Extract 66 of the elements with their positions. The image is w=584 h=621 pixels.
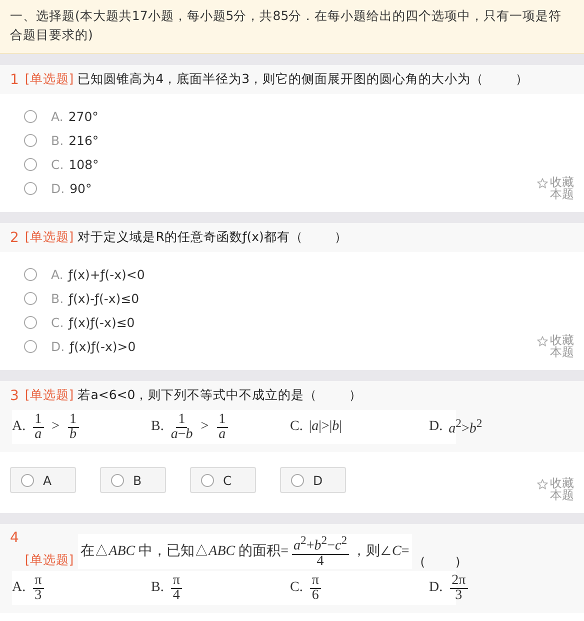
- option-letter: C.: [290, 419, 303, 435]
- question-type: [单选题]: [24, 71, 74, 88]
- option-text: ƒ(x)+ƒ(-x)<0: [68, 266, 145, 282]
- radio-button[interactable]: [24, 182, 37, 194]
- option-text: 270°: [68, 108, 98, 124]
- option-letter: C.: [51, 314, 64, 330]
- star-icon[interactable]: [537, 178, 548, 189]
- radio-button[interactable]: [24, 268, 37, 280]
- math-text: a$^{2}$>b$^{2}$: [448, 416, 482, 438]
- option-letter: A.: [12, 580, 26, 596]
- option-letter: B.: [51, 132, 64, 148]
- option-text: 90°: [70, 180, 92, 196]
- question-number: 2: [10, 230, 19, 246]
- star-icon[interactable]: [537, 336, 548, 347]
- option-letter: C.: [51, 156, 64, 172]
- fraction: 1 a−b: [170, 412, 193, 442]
- option-letter: A.: [51, 108, 64, 124]
- radio-button[interactable]: [24, 340, 37, 352]
- fraction: π 4: [170, 574, 182, 602]
- radio-button[interactable]: [24, 158, 37, 170]
- option-letter: A.: [51, 266, 64, 282]
- question-text: 若a<6<0，则下列不等式中不成立的是（ ）: [78, 387, 362, 404]
- question-type: [单选题]: [24, 387, 74, 404]
- math-text: 在△ABC 中，已知△ABC 的面积=: [80, 542, 288, 560]
- answer-button[interactable]: B: [100, 467, 166, 493]
- section-heading: 一、选择题(本大题共17小题，每小题5分，共85分．在每小题给出的四个选项中，只有一项是符合题目要求的): [0, 0, 584, 54]
- math-text: |a|>|b|: [308, 419, 342, 435]
- math-text: >: [200, 419, 209, 435]
- question-number: 4: [10, 530, 19, 546]
- option-text: ƒ(x)ƒ(-x)>0: [70, 338, 136, 354]
- answer-blank: ( ): [420, 555, 460, 569]
- question-number: 3: [10, 388, 19, 404]
- fraction: 2π 3: [450, 574, 468, 602]
- option-letter: D.: [51, 338, 65, 354]
- option-letter: B.: [151, 580, 164, 596]
- option-letter: D.: [429, 419, 443, 435]
- option-text: ƒ(x)-ƒ(-x)≤0: [68, 290, 140, 306]
- option-letter: D.: [51, 180, 65, 196]
- option-letter: B.: [51, 290, 64, 306]
- radio-button[interactable]: [24, 110, 37, 122]
- radio-button[interactable]: [24, 292, 37, 304]
- option-letter: B.: [151, 419, 164, 435]
- fraction: 1 a: [216, 412, 228, 442]
- question-type: [单选题]: [24, 229, 74, 246]
- option-text: 108°: [68, 156, 99, 172]
- question-number: 1: [10, 72, 19, 88]
- option-text: ƒ(x)ƒ(-x)≤0: [68, 314, 135, 330]
- fraction: 1 a: [32, 412, 44, 442]
- fraction: π 6: [310, 574, 321, 602]
- answer-button[interactable]: C: [190, 467, 256, 493]
- question-type: [单选题]: [24, 552, 74, 569]
- radio-button[interactable]: [24, 316, 37, 328]
- radio-button[interactable]: [24, 134, 37, 146]
- fraction: 1 b: [68, 412, 79, 442]
- question-text: 已知圆锥高为4，底面半径为3，则它的侧面展开图的圆心角的大小为（ ）: [78, 71, 528, 88]
- fraction: π 3: [32, 574, 44, 602]
- question-text: 对于定义域是R的任意奇函数ƒ(x)都有（ ）: [78, 229, 348, 246]
- option-text: 216°: [68, 132, 99, 148]
- answer-button[interactable]: A: [10, 467, 76, 493]
- math-text: ，则∠C=: [352, 542, 410, 560]
- option-letter: D.: [429, 580, 443, 596]
- option-letter: C.: [290, 580, 303, 596]
- math-text: >: [52, 419, 60, 435]
- star-icon[interactable]: [537, 479, 548, 490]
- answer-button[interactable]: D: [280, 467, 346, 493]
- option-letter: A.: [12, 419, 26, 435]
